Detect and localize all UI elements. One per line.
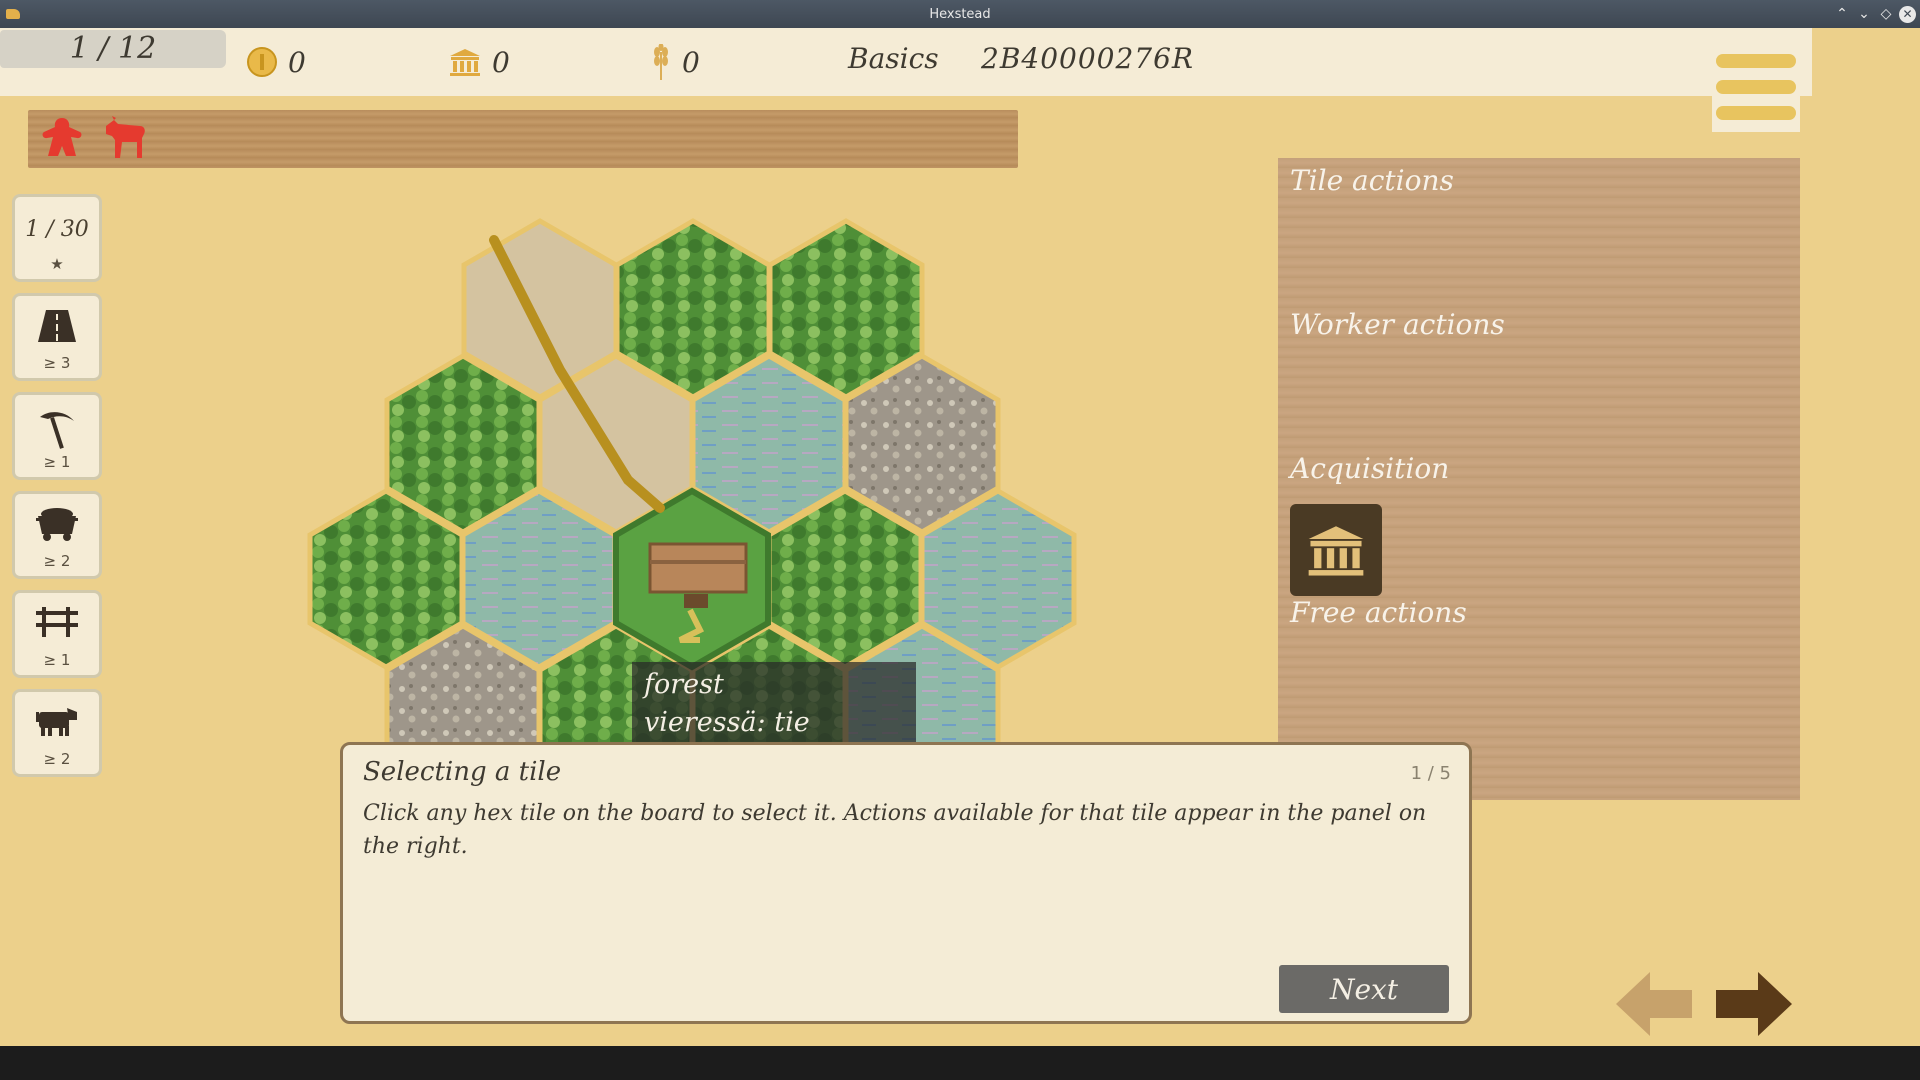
menu-bar-icon — [1716, 80, 1796, 94]
tutorial-dialog: Selecting a tile 1 / 5 Click any hex til… — [340, 742, 1472, 1024]
window-titlebar: Hexstead ⌃ ⌄ ◇ ✕ — [0, 0, 1920, 28]
hamburger-menu-button[interactable] — [1712, 48, 1800, 132]
tile-type-label: forest — [644, 669, 724, 700]
keep-above-icon[interactable]: ⌃ — [1832, 4, 1852, 24]
farmhouse-icon — [648, 542, 748, 594]
fence-icon — [36, 607, 78, 637]
mining-goal-card[interactable]: ≥ 1 — [12, 392, 102, 480]
building-icon — [450, 49, 480, 76]
grain-stat: 0 — [650, 42, 700, 82]
horse-icon[interactable] — [100, 116, 148, 162]
coin-icon — [247, 47, 277, 77]
worker-actions-heading: Worker actions — [1290, 308, 1505, 341]
tile-tooltip: forest vieressä: tie — [632, 662, 916, 742]
next-arrow-button[interactable] — [1714, 968, 1794, 1040]
worker-meeple-icon[interactable] — [40, 116, 84, 160]
coins-value: 0 — [288, 45, 306, 79]
previous-arrow-button[interactable] — [1614, 968, 1694, 1040]
score-goal-card[interactable]: 1 / 30 ★ — [12, 194, 102, 282]
app-icon — [6, 9, 20, 19]
ore-cart-goal-label: ≥ 2 — [43, 552, 71, 570]
building-icon — [1308, 526, 1364, 576]
pickaxe-icon — [40, 412, 74, 449]
fence-goal-label: ≥ 1 — [43, 651, 71, 669]
score-goal-value: 1 / 30 — [25, 217, 89, 242]
tile-actions-heading: Tile actions — [1290, 164, 1454, 197]
tutorial-page-indicator: 1 / 5 — [1410, 763, 1451, 784]
maximize-icon[interactable]: ◇ — [1876, 4, 1896, 24]
player-pieces-strip — [28, 110, 1018, 168]
window-title: Hexstead — [929, 6, 991, 22]
buildings-value: 0 — [492, 45, 510, 79]
road-goal-card[interactable]: ≥ 3 — [12, 293, 102, 381]
mining-goal-label: ≥ 1 — [43, 453, 71, 471]
menu-bar-icon — [1716, 54, 1796, 68]
turn-counter: 1 / 12 — [0, 30, 226, 68]
game-mode-label: Basics — [848, 42, 939, 75]
menu-bar-icon — [1716, 106, 1796, 120]
acquisition-heading: Acquisition — [1290, 452, 1450, 485]
tutorial-body: Click any hex tile on the board to selec… — [363, 801, 1427, 859]
mine-cart-icon — [36, 508, 78, 541]
close-icon[interactable]: ✕ — [1899, 6, 1916, 23]
tutorial-title: Selecting a tile — [363, 757, 562, 787]
status-bar: 1 / 12 0 0 0 Basics 2B40000276R — [0, 28, 1812, 96]
minimize-icon[interactable]: ⌄ — [1854, 4, 1874, 24]
grain-icon — [654, 44, 668, 80]
next-button[interactable]: Next — [1279, 965, 1449, 1013]
coins-stat: 0 — [246, 42, 306, 82]
livestock-goal-label: ≥ 2 — [43, 750, 71, 768]
buildings-stat: 0 — [448, 42, 510, 82]
fence-goal-card[interactable]: ≥ 1 — [12, 590, 102, 678]
road-goal-label: ≥ 3 — [43, 354, 71, 372]
acquire-building-button[interactable] — [1290, 504, 1382, 596]
road-icon — [38, 310, 76, 342]
tile-adjacency-label: vieressä: tie — [644, 707, 810, 738]
game-seed: 2B40000276R — [981, 42, 1194, 75]
free-actions-heading: Free actions — [1290, 596, 1467, 629]
cow-icon — [36, 708, 77, 736]
bottom-bar — [0, 1046, 1920, 1080]
livestock-goal-card[interactable]: ≥ 2 — [12, 689, 102, 777]
ore-cart-goal-card[interactable]: ≥ 2 — [12, 491, 102, 579]
actions-panel: Tile actions Worker actions Acquisition … — [1278, 158, 1800, 800]
grain-value: 0 — [682, 45, 700, 79]
score-goal-label: ★ — [50, 255, 64, 273]
